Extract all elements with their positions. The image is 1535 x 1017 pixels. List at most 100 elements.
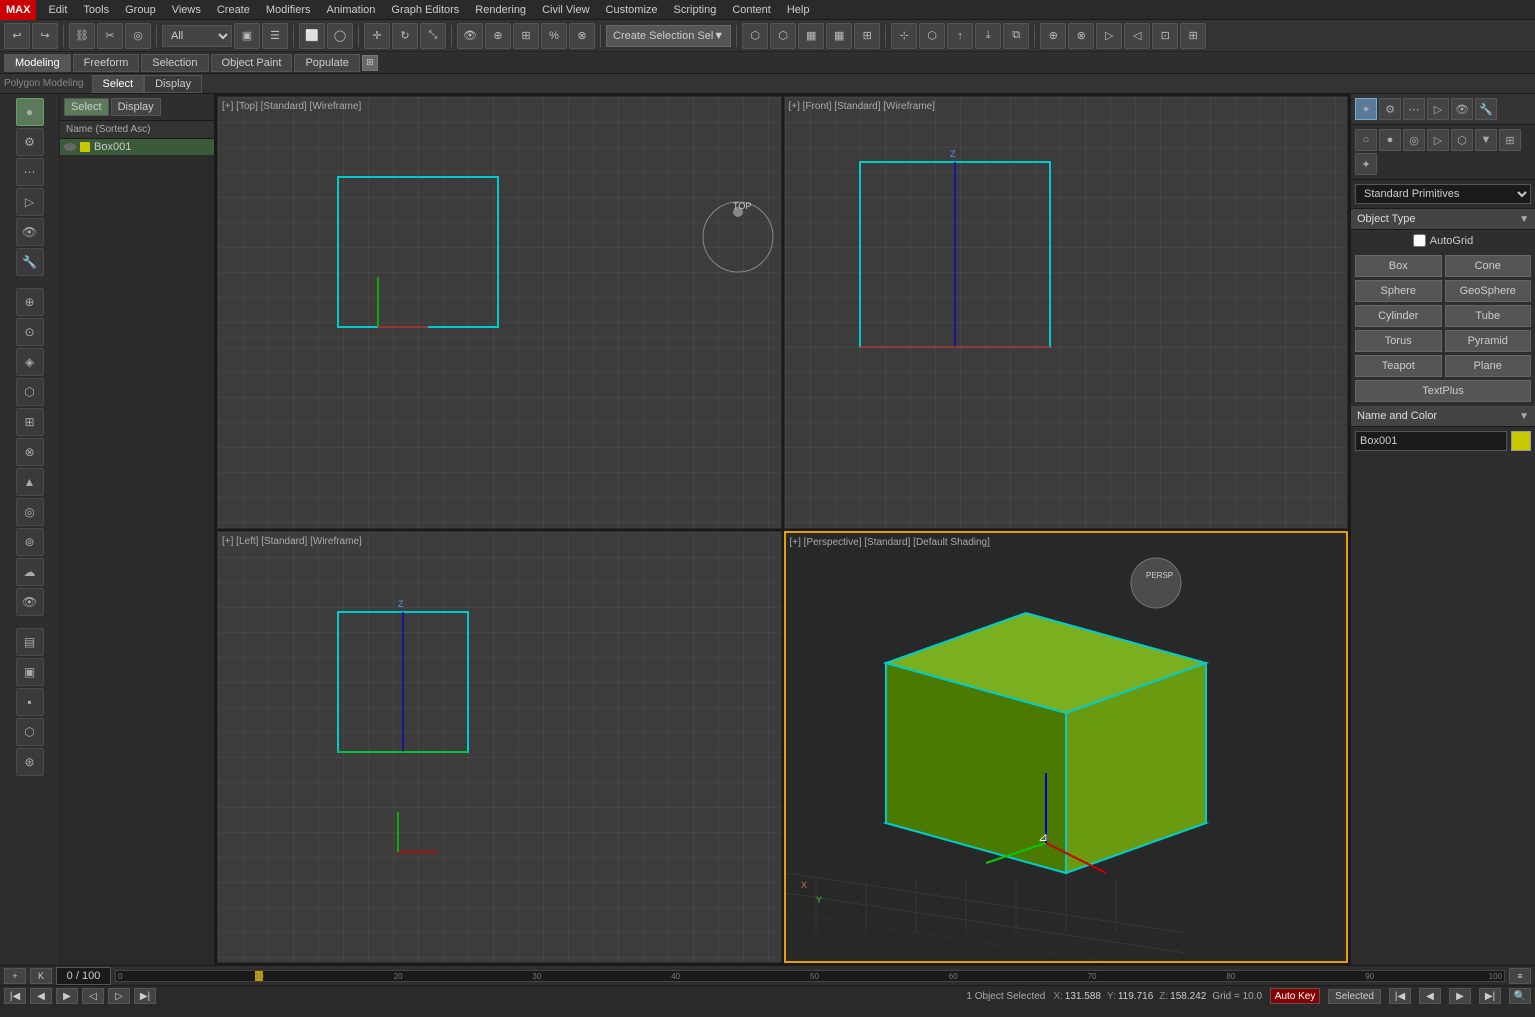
sidebar-hierarchy-icon[interactable]: ⋯ [16,158,44,186]
named-sel-1[interactable]: ⬡ [742,23,768,49]
play-btn[interactable]: ▶ [56,988,78,1004]
sidebar-s7[interactable]: ▲ [16,468,44,496]
rp-hierarchy-icon[interactable]: ⋯ [1403,98,1425,120]
btn-box[interactable]: Box [1355,255,1442,277]
btn-geosphere[interactable]: GeoSphere [1445,280,1532,302]
key-filter-btn[interactable]: ≡ [1509,968,1531,984]
named-sel-2[interactable]: ⬡ [770,23,796,49]
rp-s7[interactable]: ⊞ [1499,129,1521,151]
sidebar-s16[interactable]: ⊛ [16,748,44,776]
sidebar-s5[interactable]: ⊞ [16,408,44,436]
btn-cylinder[interactable]: Cylinder [1355,305,1442,327]
play-end-1[interactable]: |◀ [1389,988,1411,1004]
rp-s6[interactable]: ▼ [1475,129,1497,151]
viewport-top[interactable]: [+] [Top] [Standard] [Wireframe] TOP [217,96,782,529]
frame-display[interactable]: 0 / 100 [56,967,111,985]
rp-create-icon[interactable]: ✦ [1355,98,1377,120]
menu-content[interactable]: Content [724,2,779,18]
named-sel-5[interactable]: ⊞ [854,23,880,49]
menu-graph-editors[interactable]: Graph Editors [383,2,467,18]
tab-extra[interactable]: ⊞ [362,55,378,71]
sidebar-s8[interactable]: ◎ [16,498,44,526]
menu-customize[interactable]: Customize [598,2,666,18]
timeline-slider-track[interactable]: 0 10 20 30 40 50 60 70 80 90 100 [115,970,1505,982]
extra-9[interactable]: ◁ [1124,23,1150,49]
key-mode-btn[interactable]: K [30,968,52,984]
menu-edit[interactable]: Edit [40,2,75,18]
extra-7[interactable]: ⊗ [1068,23,1094,49]
play-back-btn[interactable]: ◁ [82,988,104,1004]
named-sel-3[interactable]: ▦ [798,23,824,49]
btn-plane[interactable]: Plane [1445,355,1532,377]
named-sel-4[interactable]: ▦ [826,23,852,49]
menu-group[interactable]: Group [117,2,164,18]
extra-4[interactable]: ⤓ [975,23,1001,49]
undo-button[interactable]: ↩ [4,23,30,49]
btn-pyramid[interactable]: Pyramid [1445,330,1532,352]
viewport-perspective[interactable]: ⊿ PERSP X Y [+] [Perspective] [Standard]… [784,531,1349,964]
rp-s1[interactable]: ○ [1355,129,1377,151]
menu-modifiers[interactable]: Modifiers [258,2,319,18]
prev-frame-btn[interactable]: ◀ [30,988,52,1004]
btn-torus[interactable]: Torus [1355,330,1442,352]
tab-freeform[interactable]: Freeform [73,54,140,72]
sidebar-display-icon[interactable]: 👁 [16,218,44,246]
sidebar-s14[interactable]: ▪ [16,688,44,716]
menu-create[interactable]: Create [209,2,258,18]
menu-tools[interactable]: Tools [75,2,117,18]
tab-object-paint[interactable]: Object Paint [211,54,293,72]
move-btn[interactable]: ✛ [364,23,390,49]
snap-toggle[interactable]: ⊕ [485,23,511,49]
play-end-4[interactable]: ▶| [1479,988,1501,1004]
bind-button[interactable]: ◎ [125,23,151,49]
explorer-display-btn[interactable]: Display [111,98,161,116]
extra-6[interactable]: ⊕ [1040,23,1066,49]
rp-utilities-icon[interactable]: 🔧 [1475,98,1497,120]
extra-8[interactable]: ▷ [1096,23,1122,49]
viewport-front[interactable]: [+] [Front] [Standard] [Wireframe] Z FNT [784,96,1349,529]
extra-1[interactable]: ⊹ [891,23,917,49]
btn-tube[interactable]: Tube [1445,305,1532,327]
sidebar-modify-icon[interactable]: ⚙ [16,128,44,156]
next-frame-btn[interactable]: ▷ [108,988,130,1004]
sidebar-utilities-icon[interactable]: 🔧 [16,248,44,276]
btn-sphere[interactable]: Sphere [1355,280,1442,302]
select-region-rect[interactable]: ⬜ [299,23,325,49]
sidebar-s11[interactable]: 👁 [16,588,44,616]
add-key-btn[interactable]: + [4,968,26,984]
sidebar-motion-icon[interactable]: ▷ [16,188,44,216]
btn-textplus[interactable]: TextPlus [1355,380,1531,402]
btn-cone[interactable]: Cone [1445,255,1532,277]
explorer-item-box001[interactable]: Box001 [60,139,214,155]
menu-rendering[interactable]: Rendering [467,2,534,18]
standard-primitives-dropdown[interactable]: Standard Primitives [1355,184,1531,204]
sidebar-s4[interactable]: ⬡ [16,378,44,406]
object-type-section-header[interactable]: Object Type ▼ [1351,209,1535,230]
rp-display-icon[interactable]: 👁 [1451,98,1473,120]
sidebar-s1[interactable]: ⊕ [16,288,44,316]
tab-populate[interactable]: Populate [294,54,359,72]
autokey-btn[interactable]: Auto Key [1270,988,1320,1004]
rp-s8[interactable]: ✦ [1355,153,1377,175]
extra-2[interactable]: ⬡ [919,23,945,49]
sidebar-s10[interactable]: ☁ [16,558,44,586]
zoom-btn[interactable]: 🔍 [1509,988,1531,1004]
redo-button[interactable]: ↪ [32,23,58,49]
rp-s3[interactable]: ◎ [1403,129,1425,151]
rp-motion-icon[interactable]: ▷ [1427,98,1449,120]
menu-views[interactable]: Views [164,2,209,18]
sidebar-s9[interactable]: ⊚ [16,528,44,556]
sidebar-s15[interactable]: ⬡ [16,718,44,746]
play-end-3[interactable]: ▶ [1449,988,1471,1004]
percent-snap[interactable]: % [541,23,567,49]
autogrid-checkbox[interactable] [1413,234,1426,247]
extra-5[interactable]: ⧉ [1003,23,1029,49]
menu-scripting[interactable]: Scripting [666,2,725,18]
btn-teapot[interactable]: Teapot [1355,355,1442,377]
mode-dropdown[interactable]: All [162,25,232,47]
object-name-input[interactable] [1355,431,1507,451]
sidebar-s13[interactable]: ▣ [16,658,44,686]
rotate-btn[interactable]: ↻ [392,23,418,49]
rp-modify-icon[interactable]: ⚙ [1379,98,1401,120]
go-start-btn[interactable]: |◀ [4,988,26,1004]
